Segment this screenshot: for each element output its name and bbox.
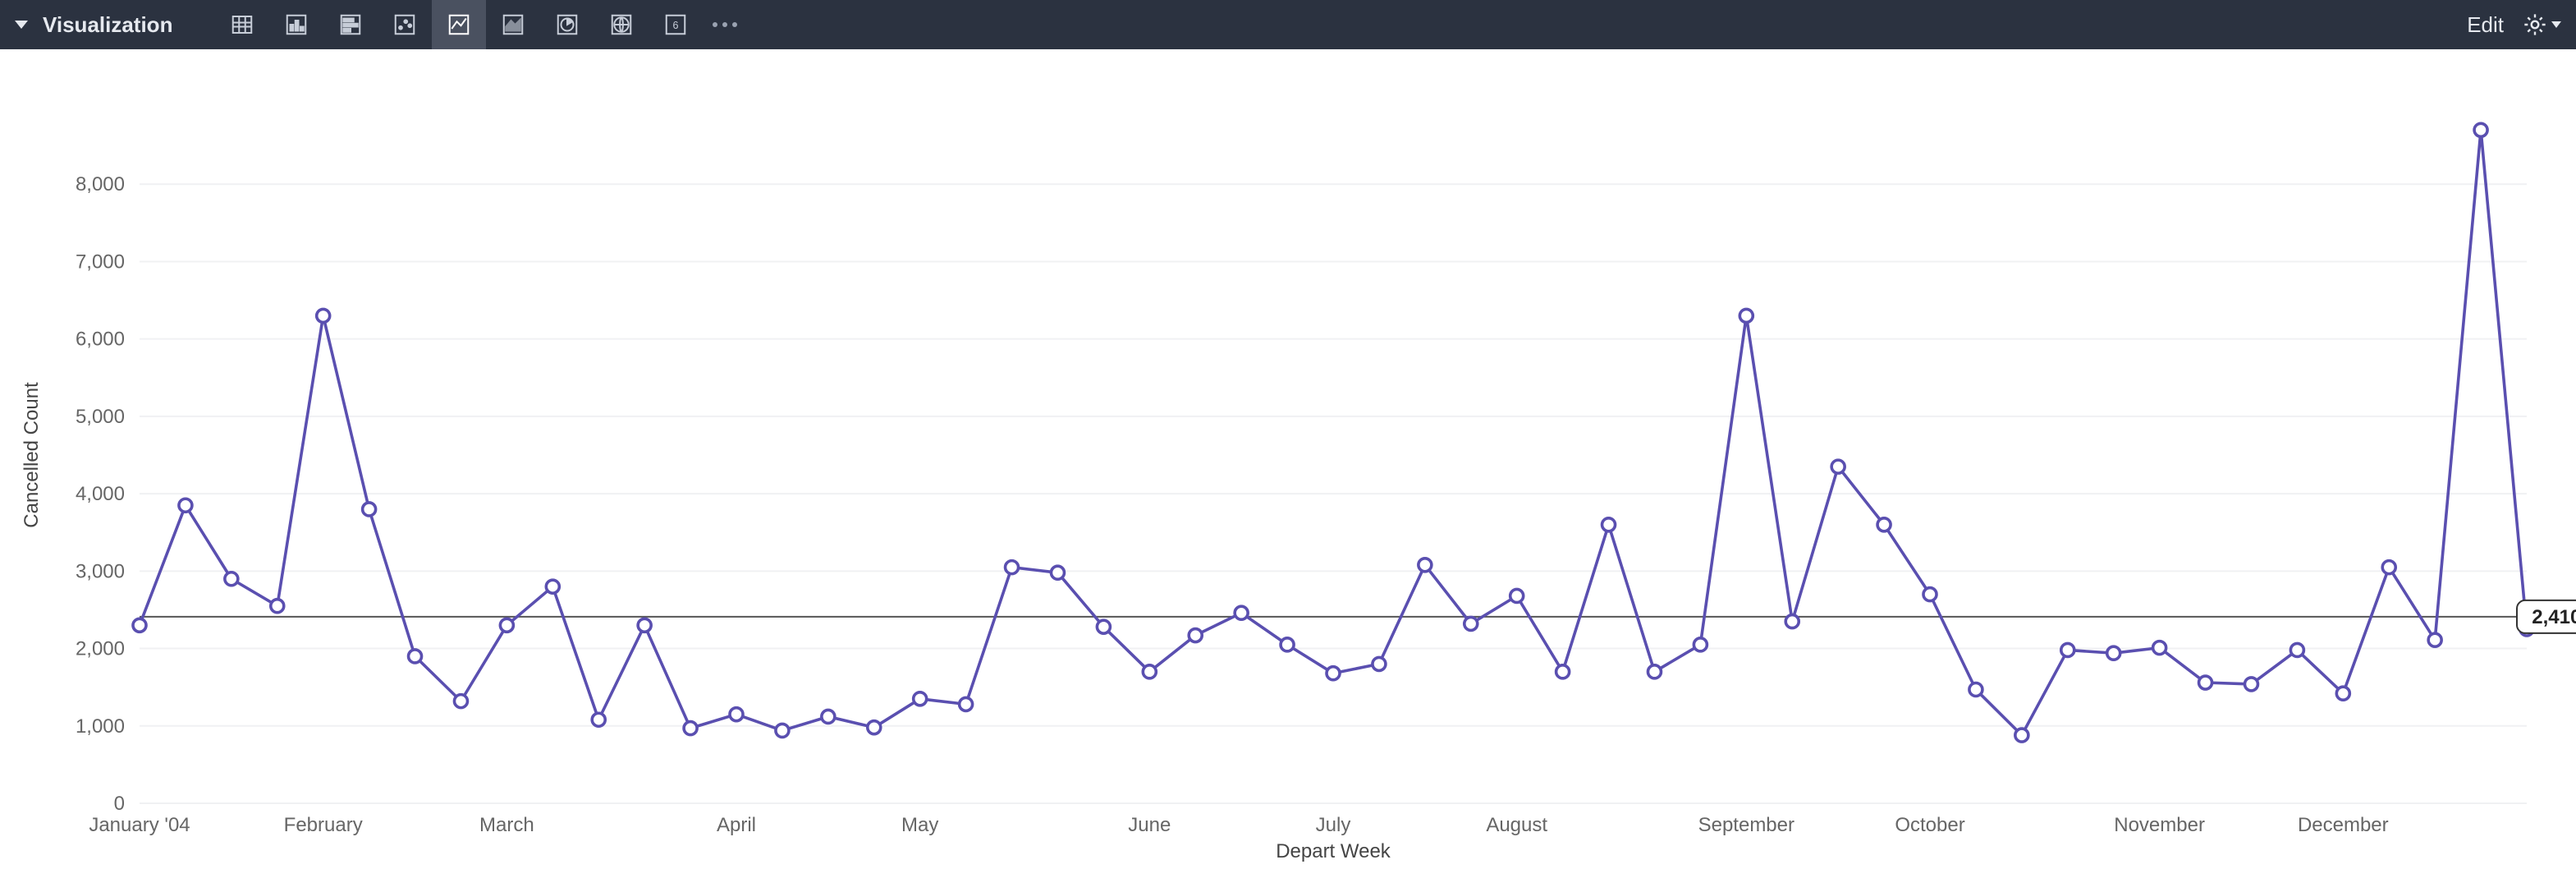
pie-viz-button[interactable] xyxy=(540,0,594,49)
svg-text:April: April xyxy=(717,814,756,836)
bar-viz-button[interactable] xyxy=(323,0,378,49)
svg-text:July: July xyxy=(1316,814,1351,836)
pie-chart-icon xyxy=(555,12,580,37)
svg-text:0: 0 xyxy=(114,793,125,815)
table-icon xyxy=(230,12,254,37)
scatter-viz-button[interactable] xyxy=(378,0,432,49)
svg-text:Depart Week: Depart Week xyxy=(1276,840,1391,862)
table-viz-button[interactable] xyxy=(215,0,269,49)
svg-text:Cancelled Count: Cancelled Count xyxy=(21,382,43,528)
line-chart-icon xyxy=(447,12,471,37)
collapse-caret-icon[interactable] xyxy=(15,21,28,29)
map-viz-button[interactable] xyxy=(594,0,649,49)
svg-text:8,000: 8,000 xyxy=(76,173,125,195)
scatter-chart-icon xyxy=(392,12,417,37)
toolbar-left: Visualization xyxy=(15,0,747,49)
viz-type-buttons: 6 xyxy=(215,0,747,49)
svg-text:June: June xyxy=(1128,814,1171,836)
svg-text:1,000: 1,000 xyxy=(76,715,125,738)
svg-text:October: October xyxy=(1895,814,1964,836)
svg-text:6: 6 xyxy=(673,20,679,31)
edit-button[interactable]: Edit xyxy=(2467,12,2504,38)
svg-text:2,000: 2,000 xyxy=(76,638,125,660)
svg-text:February: February xyxy=(284,814,363,836)
toolbar-right: Edit xyxy=(2467,11,2561,38)
svg-text:January '04: January '04 xyxy=(89,814,190,836)
svg-text:March: March xyxy=(479,814,534,836)
area-chart-icon xyxy=(501,12,525,37)
more-viz-button[interactable] xyxy=(703,22,747,27)
line-viz-button[interactable] xyxy=(432,0,486,49)
map-icon xyxy=(609,12,634,37)
chart-container: 0 1,000 2,000 3,000 4,000 5,000 6,000 7,000 8,00… xyxy=(0,49,2576,869)
area-viz-button[interactable] xyxy=(486,0,540,49)
svg-text:4,000: 4,000 xyxy=(76,483,125,505)
single-value-viz-button[interactable]: 6 xyxy=(649,0,703,49)
svg-text:September: September xyxy=(1698,814,1794,836)
svg-text:August: August xyxy=(1486,814,1547,836)
visualization-toolbar: Visualization xyxy=(0,0,2576,49)
svg-text:December: December xyxy=(2298,814,2389,836)
column-chart-icon xyxy=(284,12,309,37)
reference-line-label: 2,410.51 xyxy=(2517,600,2576,633)
bar-chart-icon xyxy=(338,12,363,37)
svg-text:November: November xyxy=(2114,814,2205,836)
column-viz-button[interactable] xyxy=(269,0,323,49)
svg-text:6,000: 6,000 xyxy=(76,329,125,351)
svg-text:2,410.51: 2,410.51 xyxy=(2532,606,2576,628)
svg-text:7,000: 7,000 xyxy=(76,251,125,273)
gear-icon xyxy=(2522,11,2548,38)
line-chart: 0 1,000 2,000 3,000 4,000 5,000 6,000 7,000 8,00… xyxy=(0,49,2576,869)
svg-text:May: May xyxy=(901,814,938,836)
svg-text:3,000: 3,000 xyxy=(76,560,125,582)
single-value-icon: 6 xyxy=(663,12,688,37)
chevron-down-icon xyxy=(2551,21,2561,28)
svg-text:5,000: 5,000 xyxy=(76,406,125,428)
settings-menu-button[interactable] xyxy=(2522,11,2561,38)
panel-title: Visualization xyxy=(43,12,172,38)
